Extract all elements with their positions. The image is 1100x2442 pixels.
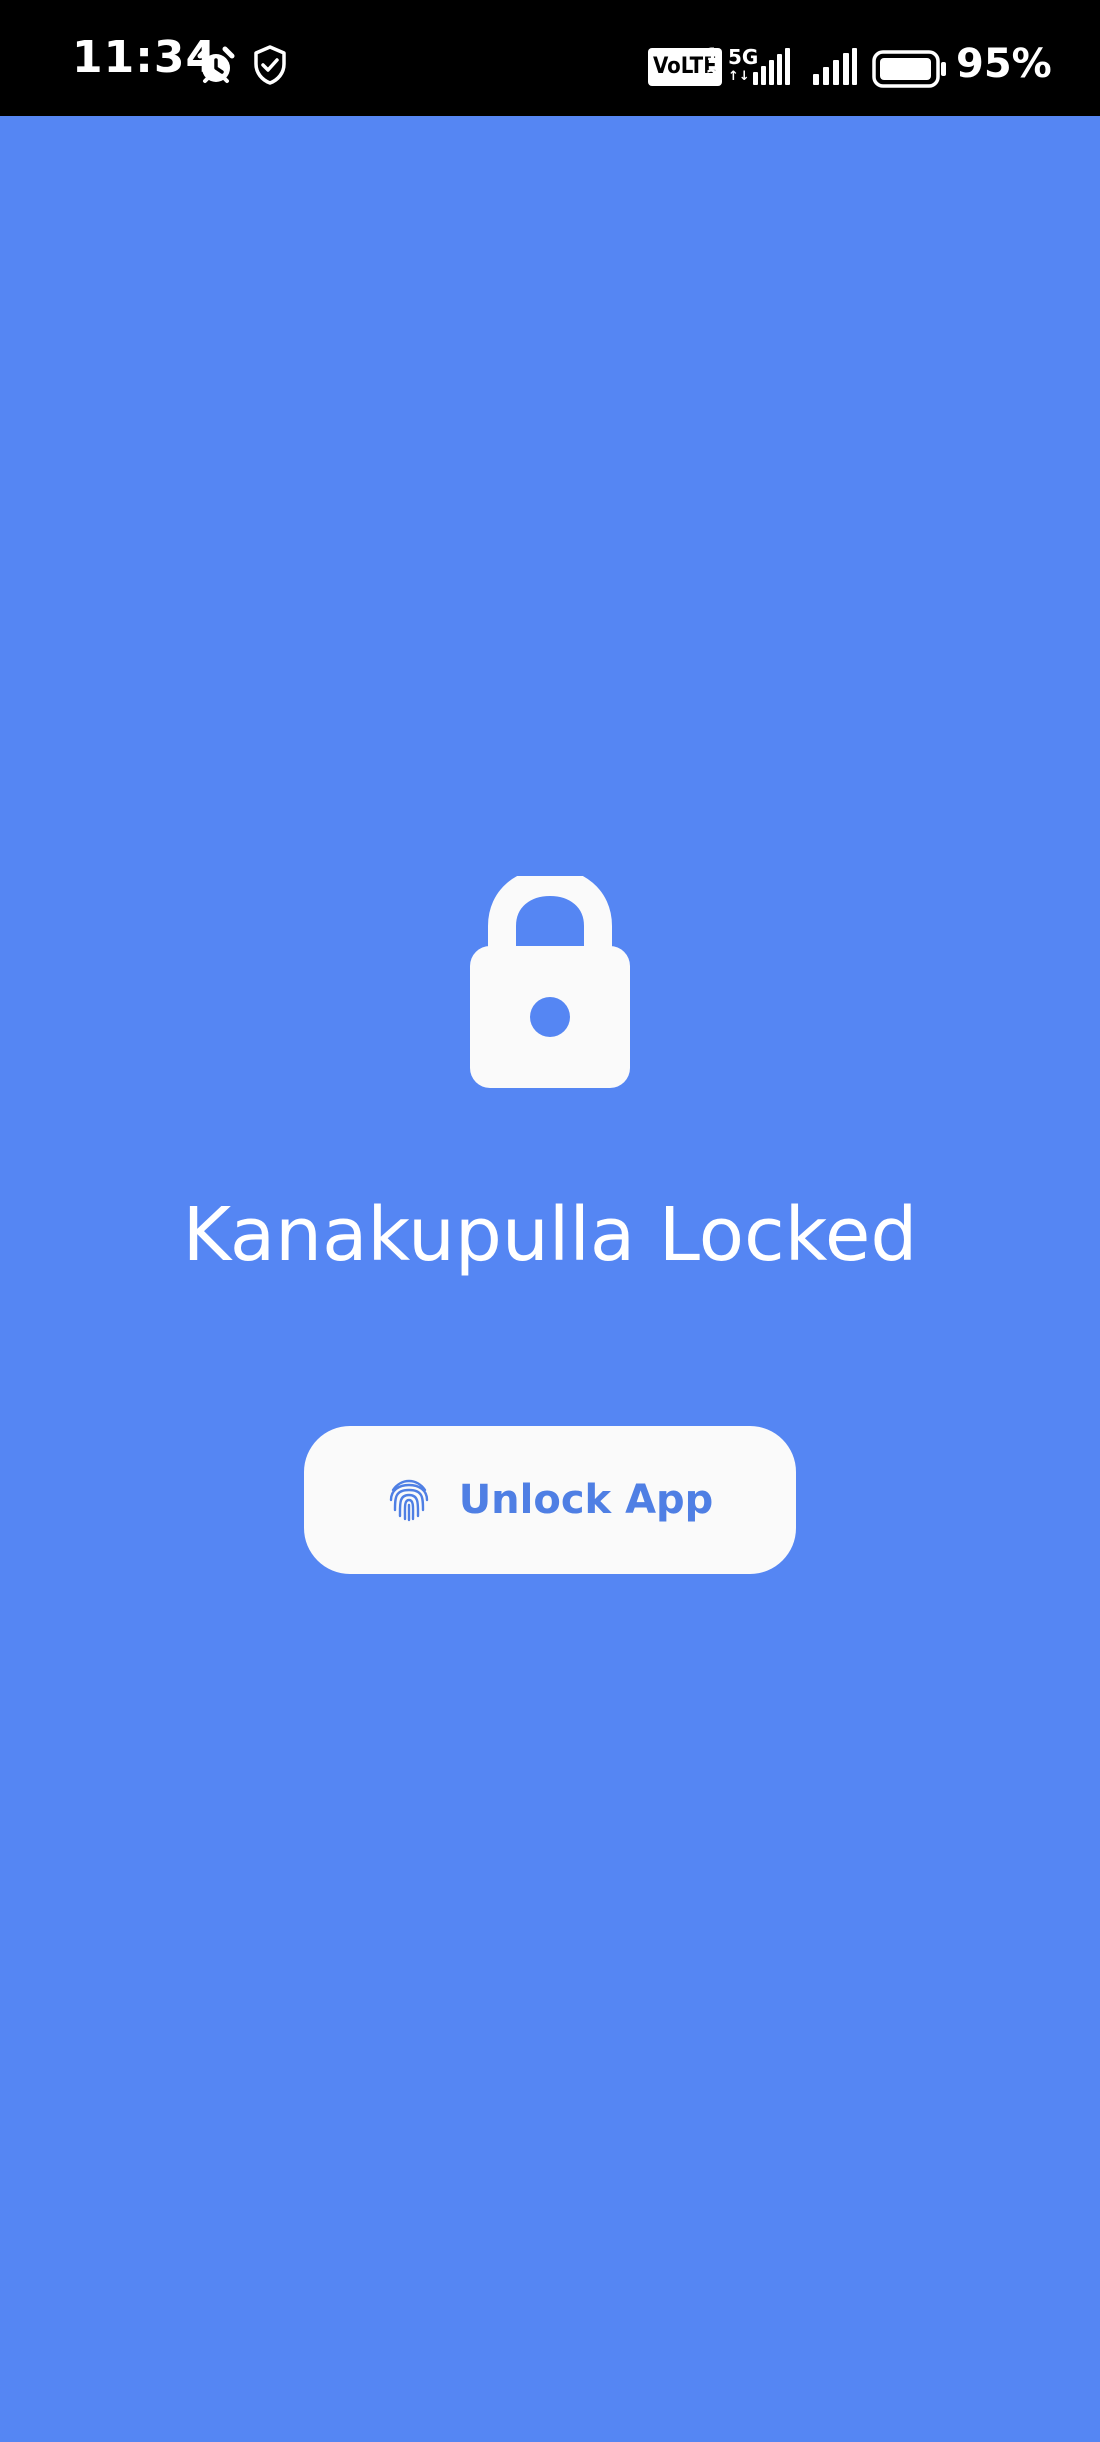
status-bar: 11:34 VoLTE 1 2 5G ↑↓ 95% [0, 0, 1100, 116]
lock-icon [470, 876, 630, 1088]
battery-percentage: 95% [956, 41, 1052, 87]
unlock-app-button[interactable]: Unlock App [304, 1426, 796, 1574]
signal-strength-icon [813, 48, 857, 85]
data-activity-arrows: ↑↓ [728, 69, 750, 84]
sim-bottom-label: 2 [706, 67, 718, 87]
lock-title: Kanakupulla Locked [182, 1192, 918, 1278]
fingerprint-icon [389, 1479, 428, 1522]
alarm-icon [197, 46, 235, 83]
sim-indicator: 1 2 [704, 44, 720, 88]
shield-icon [254, 45, 286, 85]
battery-icon [872, 50, 946, 88]
sim-top-label: 1 [706, 45, 718, 65]
unlock-button-label: Unlock App [458, 1477, 714, 1523]
app-lock-screen: 11:34 VoLTE 1 2 5G ↑↓ 95% Kanakupulla Lo… [0, 0, 1100, 2442]
signal-strength-icon [753, 48, 790, 85]
